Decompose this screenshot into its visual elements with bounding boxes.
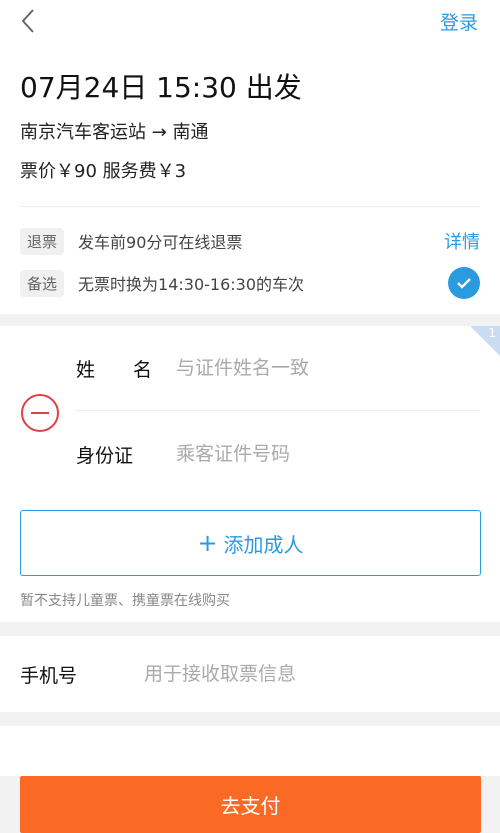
backup-policy-row: 备选 无票时换为14:30-16:30的车次 [20,267,480,299]
name-label: 姓 名 [76,358,169,381]
backup-checkbox[interactable] [448,267,480,299]
trip-price: 票价￥90 服务费￥3 [20,161,187,182]
divider [76,410,480,411]
passenger-index: 1 [488,326,496,340]
divider [20,206,480,207]
login-link[interactable]: 登录 [440,8,478,35]
id-input[interactable] [176,443,480,465]
contact-section: 手机号 [0,636,500,712]
phone-label: 手机号 [20,664,78,687]
refund-details-link[interactable]: 详情 [444,228,480,254]
name-input[interactable] [176,357,480,379]
refund-policy-row: 退票 发车前90分可在线退票 详情 [20,226,480,256]
departure-time: 07月24日 15:30 出发 [20,71,302,104]
back-button[interactable] [14,6,44,36]
id-label: 身份证 [76,444,134,467]
partial-section [0,726,500,776]
remove-passenger-icon[interactable] [21,394,59,432]
check-icon [457,278,471,289]
add-adult-label: 添加成人 [223,532,304,557]
trip-route: 南京汽车客运站 → 南通 [20,122,209,143]
backup-tag: 备选 [20,269,65,297]
phone-field-row: 手机号 [20,652,480,696]
add-adult-button[interactable]: + 添加成人 [20,510,481,576]
backup-text: 无票时换为14:30-16:30的车次 [78,275,305,294]
trip-summary: 07月24日 15:30 出发 南京汽车客运站 → 南通 票价￥90 服务费￥3… [0,44,500,314]
top-bar: 登录 [0,0,500,44]
plus-icon: + [197,529,218,557]
child-ticket-note: 暂不支持儿童票、携童票在线购买 [20,593,230,609]
name-field-row: 姓 名 [76,346,480,390]
passenger-card: 1 姓 名 身份证 + 添加成人 暂不支持儿童票、携童票在线购买 [0,326,500,622]
chevron-left-icon [21,9,34,33]
refund-text: 发车前90分可在线退票 [78,233,243,252]
pay-button[interactable]: 去支付 [20,776,481,833]
refund-tag: 退票 [20,227,65,255]
id-field-row: 身份证 [76,432,480,476]
phone-input[interactable] [144,663,480,685]
